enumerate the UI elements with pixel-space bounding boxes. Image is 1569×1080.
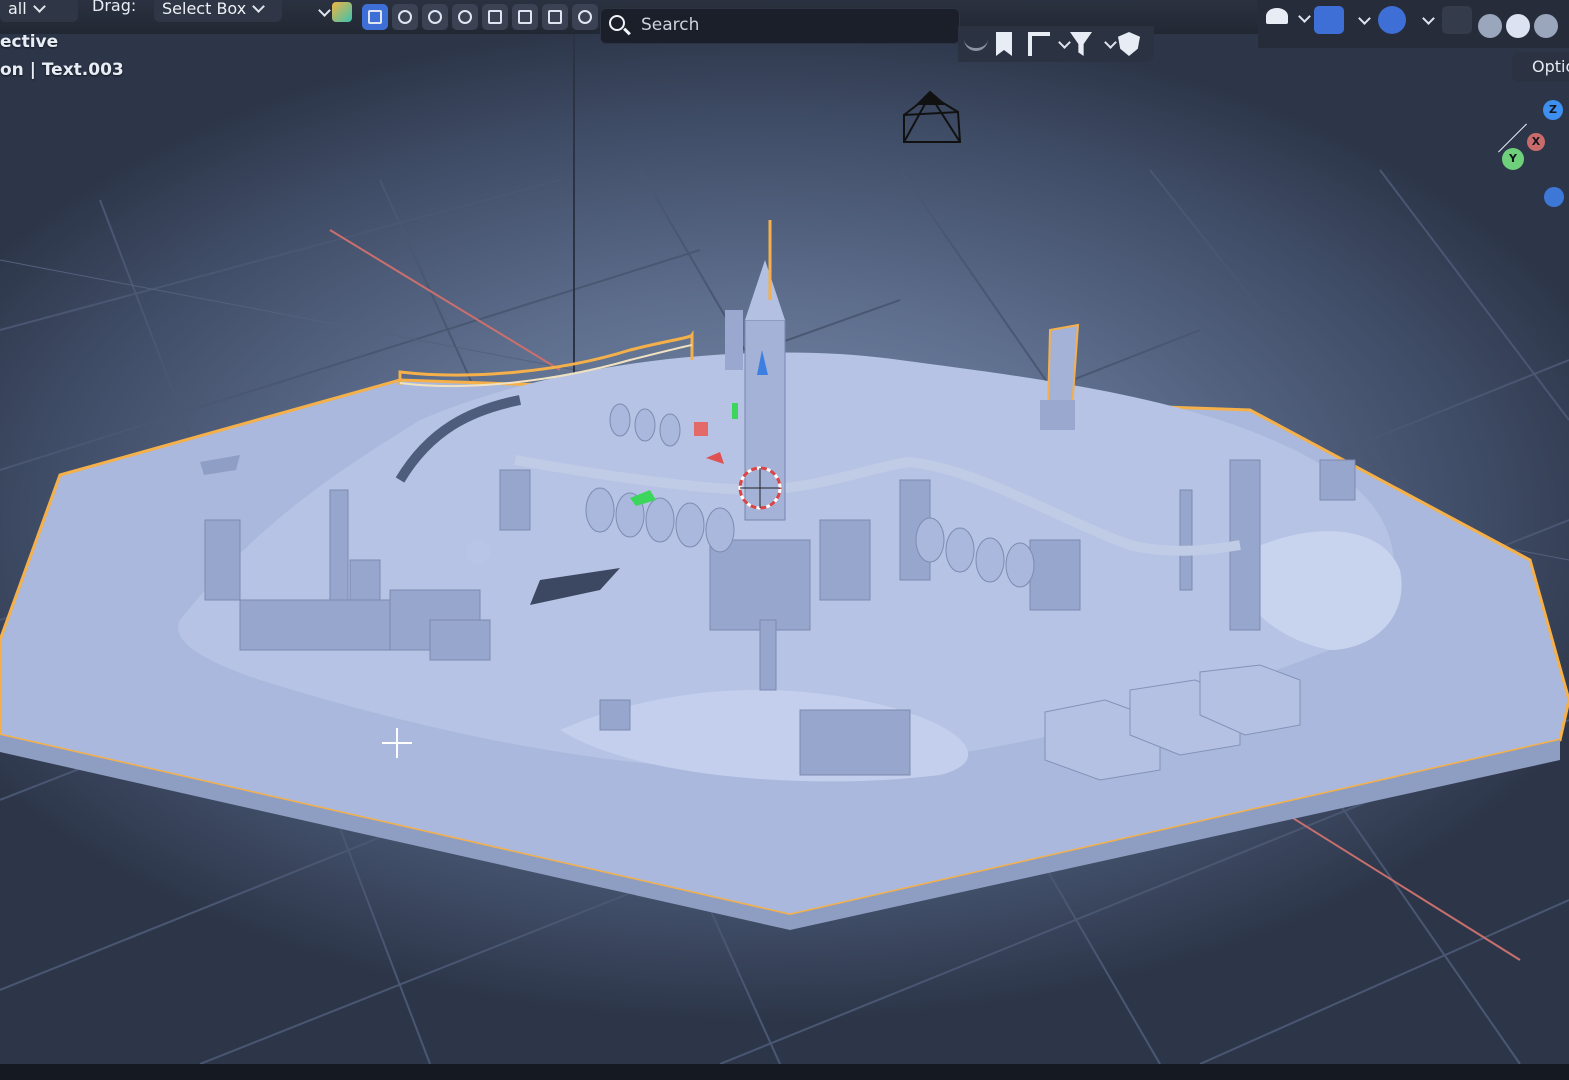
drag-mode-value: Select Box	[162, 0, 247, 18]
globe-icon[interactable]	[452, 4, 478, 30]
active-object-label: on | Text.003	[0, 60, 124, 80]
material-shading-icon[interactable]	[1534, 14, 1558, 38]
nav-gizmo-z[interactable]: Z	[1543, 100, 1563, 120]
sculpt-icon[interactable]	[422, 4, 448, 30]
x-axis-label: X	[1531, 135, 1541, 148]
nav-gizmo-neg-z[interactable]	[1544, 187, 1564, 207]
chevron-down-icon[interactable]	[1358, 12, 1371, 25]
hide-icon[interactable]	[964, 34, 988, 51]
viewport-header-right	[1258, 0, 1569, 48]
visibility-icon[interactable]	[1266, 8, 1288, 24]
chevron-down-icon[interactable]	[1058, 36, 1071, 49]
y-arrow[interactable]	[732, 403, 738, 419]
chevron-down-icon[interactable]	[1298, 10, 1311, 23]
shield-icon[interactable]	[1118, 32, 1140, 56]
viewport-scene	[0, 34, 1569, 1065]
x-handle[interactable]	[694, 422, 708, 436]
search-icon	[609, 15, 625, 31]
hierarchy-icon[interactable]	[1028, 32, 1050, 56]
hand-icon[interactable]	[482, 4, 508, 30]
sphere-icon[interactable]	[392, 4, 418, 30]
nav-gizmo-y[interactable]: Y	[1502, 148, 1524, 170]
right-tower	[1046, 323, 1080, 411]
drag-mode-dropdown[interactable]: Select Box	[154, 0, 282, 22]
3d-cursor[interactable]	[738, 466, 782, 510]
solid-shading-icon[interactable]	[1506, 14, 1530, 38]
select-mode-dropdown[interactable]: all	[0, 0, 78, 22]
paint-icon[interactable]	[512, 4, 538, 30]
status-bar	[0, 1064, 1569, 1080]
drag-label: Drag:	[92, 0, 137, 15]
filter-toolbar	[958, 26, 1154, 62]
chevron-down-icon[interactable]	[1104, 36, 1117, 49]
chevron-down-icon	[252, 0, 266, 13]
stack-icon[interactable]	[542, 4, 568, 30]
z-axis-label: Z	[1549, 103, 1557, 116]
xray-icon[interactable]	[1442, 6, 1472, 34]
select-icon[interactable]	[362, 4, 388, 30]
dome	[466, 540, 490, 564]
x-axis-line	[329, 229, 561, 371]
cube-icon[interactable]	[332, 2, 352, 22]
chevron-down-icon[interactable]	[1422, 12, 1435, 25]
chevron-down-icon[interactable]	[318, 4, 331, 17]
filter-icon[interactable]	[1070, 32, 1092, 56]
overlay-icon[interactable]	[1378, 6, 1406, 34]
3d-viewport[interactable]: all Drag: Select Box Search ective on | …	[0, 0, 1569, 1080]
search-field[interactable]	[600, 8, 960, 44]
wireframe-shading-icon[interactable]	[1478, 14, 1502, 38]
undo-icon[interactable]	[572, 4, 598, 30]
search-input[interactable]	[639, 12, 943, 38]
right-tower-base	[1040, 400, 1075, 430]
options-button[interactable]: Optio	[1512, 52, 1569, 82]
view-perspective-label: ective	[0, 32, 59, 52]
select-mode-label: all	[8, 0, 27, 18]
y-axis-label: Y	[1509, 152, 1517, 165]
options-label: Optio	[1532, 57, 1569, 76]
nav-gizmo-x[interactable]: X	[1527, 133, 1545, 151]
camera-object[interactable]	[903, 90, 962, 143]
chevron-down-icon	[32, 0, 46, 13]
gizmo-icon[interactable]	[1314, 6, 1344, 34]
bookmark-icon[interactable]	[996, 32, 1012, 56]
